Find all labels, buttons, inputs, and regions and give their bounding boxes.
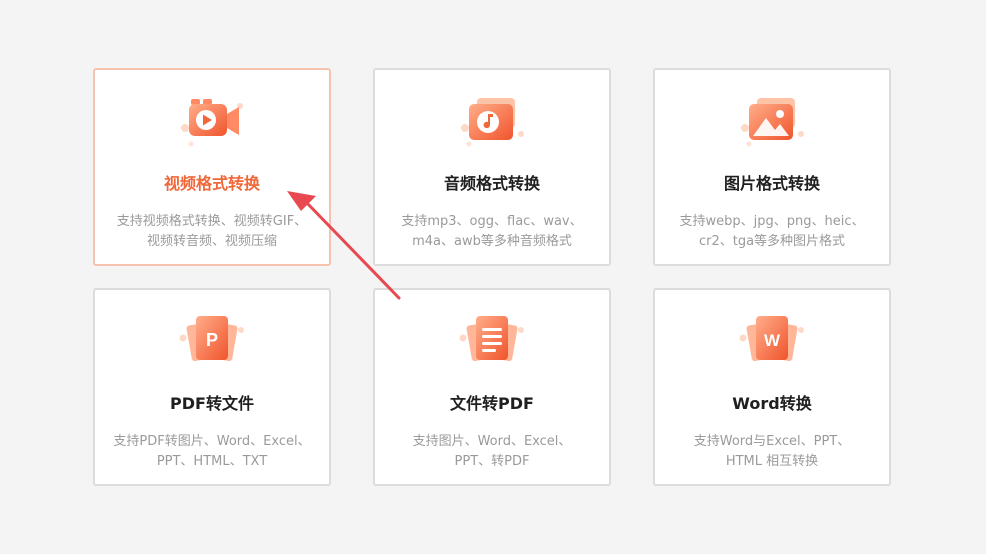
word-file-icon: W [737,310,807,374]
video-camera-icon [177,90,247,154]
card-title: 图片格式转换 [723,174,820,193]
conversion-tools-grid: 视频格式转换 支持视频格式转换、视频转GIF、 视频转音频、视频压缩 音频格式转… [0,0,986,554]
card-title: Word转换 [732,394,812,413]
card-word-convert[interactable]: W Word转换 支持Word与Excel、PPT、 HTML 相互转换 [653,288,891,486]
card-title: PDF转文件 [170,394,254,413]
card-title: 视频格式转换 [163,174,260,193]
document-icon [457,310,527,374]
card-description: 支持mp3、ogg、flac、wav、 m4a、awb等多种音频格式 [401,214,583,249]
card-description: 支持图片、Word、Excel、 PPT、转PDF [412,434,572,469]
card-description: 支持视频格式转换、视频转GIF、 视频转音频、视频压缩 [116,214,308,249]
card-title: 文件转PDF [450,394,534,413]
music-note-icon [457,90,527,154]
card-file-to-pdf[interactable]: 文件转PDF 支持图片、Word、Excel、 PPT、转PDF [373,288,611,486]
card-description: 支持Word与Excel、PPT、 HTML 相互转换 [693,434,851,469]
svg-text:P: P [206,330,218,350]
image-icon [737,90,807,154]
card-description: 支持webp、jpg、png、heic、 cr2、tga等多种图片格式 [679,214,865,249]
card-audio-format-convert[interactable]: 音频格式转换 支持mp3、ogg、flac、wav、 m4a、awb等多种音频格… [373,68,611,266]
card-description: 支持PDF转图片、Word、Excel、 PPT、HTML、TXT [113,434,311,469]
ppt-file-icon: P [177,310,247,374]
svg-text:W: W [764,331,781,350]
card-title: 音频格式转换 [443,174,540,193]
card-image-format-convert[interactable]: 图片格式转换 支持webp、jpg、png、heic、 cr2、tga等多种图片… [653,68,891,266]
card-video-format-convert[interactable]: 视频格式转换 支持视频格式转换、视频转GIF、 视频转音频、视频压缩 [93,68,331,266]
card-pdf-to-file[interactable]: P PDF转文件 支持PDF转图片、Word、Excel、 PPT、HTML、T… [93,288,331,486]
